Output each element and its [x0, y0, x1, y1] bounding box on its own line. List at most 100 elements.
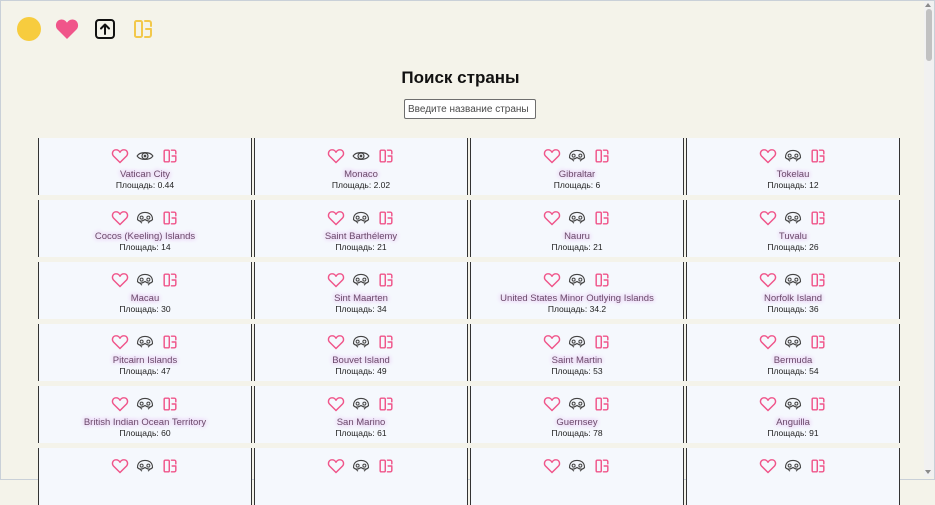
country-name[interactable]: Cocos (Keeling) Islands — [39, 231, 251, 242]
mask-icon[interactable] — [784, 333, 802, 351]
compare-icon[interactable] — [130, 16, 156, 42]
mask-icon[interactable] — [568, 209, 586, 227]
country-card[interactable]: Vatican City Площадь: 0.44 — [38, 138, 252, 195]
country-card[interactable]: Anguilla Площадь: 91 — [686, 386, 900, 443]
compare-icon[interactable] — [593, 333, 611, 351]
eye-icon[interactable] — [352, 147, 370, 165]
mask-icon[interactable] — [784, 457, 802, 475]
mask-icon[interactable] — [784, 395, 802, 413]
country-name[interactable]: British Indian Ocean Territory — [39, 417, 251, 428]
mask-icon[interactable] — [568, 271, 586, 289]
favorite-heart-icon[interactable] — [327, 271, 345, 289]
mask-icon[interactable] — [352, 457, 370, 475]
country-card[interactable]: Saint Martin Площадь: 53 — [470, 324, 684, 381]
favorite-heart-icon[interactable] — [759, 271, 777, 289]
compare-icon[interactable] — [377, 333, 395, 351]
favorite-heart-icon[interactable] — [543, 271, 561, 289]
country-card[interactable]: Tokelau Площадь: 12 — [686, 138, 900, 195]
favorite-heart-icon[interactable] — [759, 457, 777, 475]
country-name[interactable]: Macau — [39, 293, 251, 304]
compare-icon[interactable] — [809, 209, 827, 227]
country-card[interactable]: San Marino Площадь: 61 — [254, 386, 468, 443]
mask-icon[interactable] — [352, 209, 370, 227]
mask-icon[interactable] — [136, 333, 154, 351]
country-card[interactable]: Bouvet Island Площадь: 49 — [254, 324, 468, 381]
country-card[interactable]: Monaco Площадь: 2.02 — [254, 138, 468, 195]
favorite-heart-icon[interactable] — [759, 147, 777, 165]
mask-icon[interactable] — [568, 457, 586, 475]
country-card[interactable]: Cocos (Keeling) Islands Площадь: 14 — [38, 200, 252, 257]
mask-icon[interactable] — [568, 395, 586, 413]
mask-icon[interactable] — [136, 209, 154, 227]
mask-icon[interactable] — [352, 333, 370, 351]
mask-icon[interactable] — [136, 271, 154, 289]
country-name[interactable]: Tuvalu — [687, 231, 899, 242]
mask-icon[interactable] — [784, 209, 802, 227]
country-name[interactable]: Sint Maarten — [255, 293, 467, 304]
compare-icon[interactable] — [809, 333, 827, 351]
favorite-heart-icon[interactable] — [759, 209, 777, 227]
compare-icon[interactable] — [809, 147, 827, 165]
favorite-heart-icon[interactable] — [111, 209, 129, 227]
eye-icon[interactable] — [136, 147, 154, 165]
compare-icon[interactable] — [809, 457, 827, 475]
country-card[interactable]: Sint Maarten Площадь: 34 — [254, 262, 468, 319]
country-name[interactable]: Monaco — [255, 169, 467, 180]
favorite-heart-icon[interactable] — [327, 457, 345, 475]
favorite-heart-icon[interactable] — [543, 333, 561, 351]
mask-icon[interactable] — [136, 457, 154, 475]
country-card[interactable] — [38, 448, 252, 505]
mask-icon[interactable] — [568, 147, 586, 165]
country-card[interactable] — [686, 448, 900, 505]
favorite-heart-icon[interactable] — [759, 395, 777, 413]
country-card[interactable]: Pitcairn Islands Площадь: 47 — [38, 324, 252, 381]
country-name[interactable]: Tokelau — [687, 169, 899, 180]
compare-icon[interactable] — [161, 147, 179, 165]
compare-icon[interactable] — [593, 271, 611, 289]
favorite-heart-icon[interactable] — [327, 395, 345, 413]
upload-icon[interactable] — [92, 16, 118, 42]
country-name[interactable]: Norfolk Island — [687, 293, 899, 304]
country-name[interactable]: Vatican City — [39, 169, 251, 180]
mask-icon[interactable] — [568, 333, 586, 351]
scroll-thumb[interactable] — [926, 9, 932, 61]
country-card[interactable] — [254, 448, 468, 505]
compare-icon[interactable] — [593, 457, 611, 475]
scrollbar[interactable] — [924, 1, 934, 477]
country-name[interactable]: Anguilla — [687, 417, 899, 428]
compare-icon[interactable] — [377, 395, 395, 413]
compare-icon[interactable] — [377, 209, 395, 227]
compare-icon[interactable] — [161, 209, 179, 227]
country-card[interactable]: Guernsey Площадь: 78 — [470, 386, 684, 443]
compare-icon[interactable] — [161, 457, 179, 475]
compare-icon[interactable] — [809, 395, 827, 413]
compare-icon[interactable] — [377, 457, 395, 475]
country-card[interactable]: British Indian Ocean Territory Площадь: 6… — [38, 386, 252, 443]
favorite-heart-icon[interactable] — [543, 147, 561, 165]
country-card[interactable]: Tuvalu Площадь: 26 — [686, 200, 900, 257]
country-name[interactable]: Bermuda — [687, 355, 899, 366]
mask-icon[interactable] — [784, 147, 802, 165]
compare-icon[interactable] — [161, 271, 179, 289]
compare-icon[interactable] — [161, 395, 179, 413]
country-name[interactable]: Guernsey — [471, 417, 683, 428]
compare-icon[interactable] — [161, 333, 179, 351]
compare-icon[interactable] — [593, 147, 611, 165]
compare-icon[interactable] — [593, 209, 611, 227]
favorite-heart-icon[interactable] — [111, 395, 129, 413]
compare-icon[interactable] — [377, 271, 395, 289]
compare-icon[interactable] — [809, 271, 827, 289]
favorite-heart-icon[interactable] — [111, 457, 129, 475]
favorite-heart-icon[interactable] — [759, 333, 777, 351]
favorite-heart-icon[interactable] — [111, 147, 129, 165]
scroll-down-arrow-icon[interactable] — [925, 470, 931, 474]
favorite-heart-icon[interactable] — [327, 147, 345, 165]
country-card[interactable]: Saint Barthélemy Площадь: 21 — [254, 200, 468, 257]
favorite-heart-icon[interactable] — [543, 209, 561, 227]
mask-icon[interactable] — [352, 395, 370, 413]
country-name[interactable]: Pitcairn Islands — [39, 355, 251, 366]
search-input[interactable] — [404, 99, 536, 119]
scroll-up-arrow-icon[interactable] — [925, 3, 931, 7]
favorite-heart-icon[interactable] — [111, 333, 129, 351]
compare-icon[interactable] — [377, 147, 395, 165]
